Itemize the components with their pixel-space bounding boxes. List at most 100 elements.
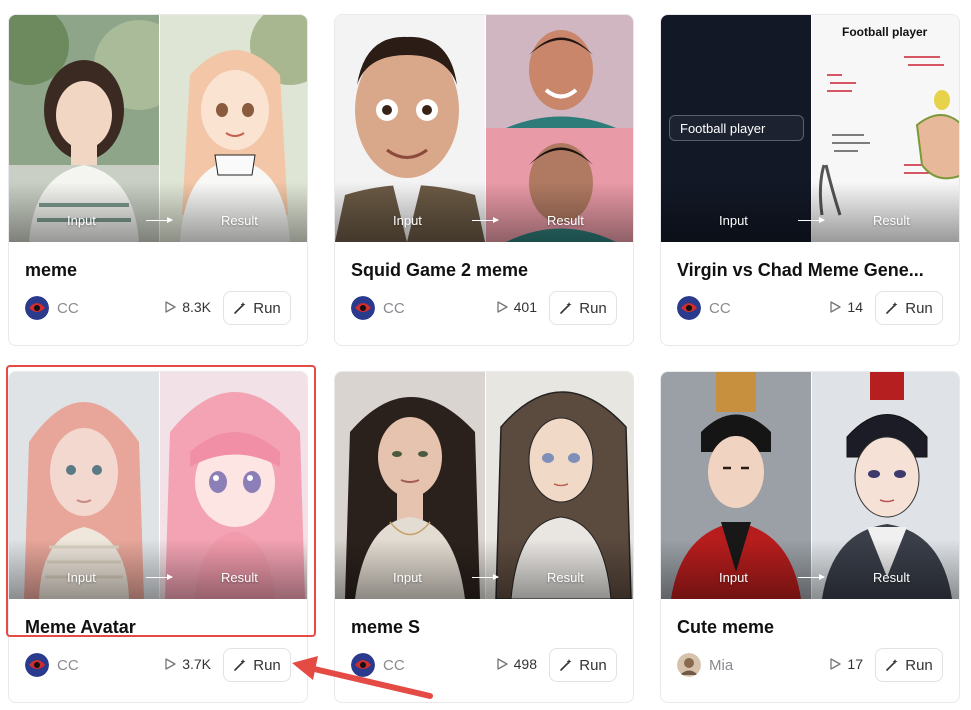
card-title[interactable]: Cute meme (677, 617, 945, 638)
card-meta: CC 498 Run (351, 648, 617, 682)
author-name[interactable]: CC (383, 657, 405, 674)
play-icon (165, 301, 176, 313)
author-avatar[interactable] (351, 653, 375, 677)
run-button-label: Run (253, 656, 281, 674)
card-title[interactable]: meme (25, 260, 293, 281)
input-image (661, 372, 811, 599)
card-thumbnail[interactable]: Input Result (335, 15, 633, 242)
input-image (9, 372, 159, 599)
play-icon (496, 301, 508, 313)
card-thumbnail[interactable]: Input Result (9, 372, 307, 599)
play-count-value: 14 (847, 299, 863, 315)
author-name[interactable]: CC (383, 300, 405, 317)
input-label: Input (393, 213, 422, 228)
result-label: Result (547, 213, 584, 228)
play-count-value: 401 (513, 299, 537, 315)
run-button[interactable]: Run (223, 291, 291, 325)
card-title[interactable]: Squid Game 2 meme (351, 260, 619, 281)
run-button-label: Run (579, 656, 607, 674)
card-meta: CC 401 Run (351, 291, 617, 325)
magic-wand-icon (560, 659, 572, 671)
play-count-value: 498 (513, 656, 537, 672)
result-image (811, 372, 959, 599)
run-button-label: Run (253, 299, 281, 317)
magic-wand-icon (886, 659, 898, 671)
input-image (335, 372, 485, 599)
play-count-value: 8.3K (182, 299, 211, 315)
run-button[interactable]: Run (549, 291, 617, 325)
card-title[interactable]: meme S (351, 617, 619, 638)
play-count: 8.3K (165, 299, 211, 315)
author-name[interactable]: CC (709, 300, 731, 317)
magic-wand-icon (234, 302, 246, 314)
run-button[interactable]: Run (549, 648, 617, 682)
author-avatar[interactable] (677, 653, 701, 677)
template-card-meme-avatar[interactable]: Input Result Meme Avatar CC 3.7K Run (8, 371, 308, 703)
card-thumbnail[interactable]: Input Result (9, 15, 307, 242)
arrow-right-icon (146, 217, 173, 222)
result-image (159, 15, 307, 242)
input-image: Football player (661, 15, 811, 242)
result-image (485, 372, 633, 599)
play-icon (496, 658, 508, 670)
play-icon (165, 658, 176, 670)
magic-wand-icon (886, 302, 898, 314)
card-title[interactable]: Virgin vs Chad Meme Gene... (677, 260, 945, 281)
play-count: 17 (830, 656, 863, 672)
author-name[interactable]: CC (57, 300, 79, 317)
card-meta: Mia 17 Run (677, 648, 943, 682)
author-name[interactable]: CC (57, 657, 79, 674)
play-count: 498 (496, 656, 537, 672)
author-avatar[interactable] (677, 296, 701, 320)
run-button-label: Run (905, 299, 933, 317)
arrow-right-icon (798, 217, 825, 222)
card-thumbnail[interactable]: Input Result (661, 372, 959, 599)
play-icon (830, 301, 842, 313)
arrow-right-icon (798, 574, 825, 579)
play-count: 401 (496, 299, 537, 315)
result-label: Result (221, 213, 258, 228)
play-count-value: 3.7K (182, 656, 211, 672)
result-image: Football player (811, 15, 959, 242)
template-card-cute-meme[interactable]: Input Result Cute meme Mia 17 Run (660, 371, 960, 703)
card-thumbnail[interactable]: Football player Football player Input Re… (661, 15, 959, 242)
card-meta: CC 8.3K Run (25, 291, 291, 325)
result-image (485, 15, 633, 242)
template-card-meme-s[interactable]: Input Result meme S CC 498 Run (334, 371, 634, 703)
input-image (9, 15, 159, 242)
run-button-label: Run (579, 299, 607, 317)
result-label: Result (873, 570, 910, 585)
author-avatar[interactable] (25, 653, 49, 677)
run-button-label: Run (905, 656, 933, 674)
input-text-tag: Football player (669, 115, 804, 141)
card-meta: CC 3.7K Run (25, 648, 291, 682)
play-count-value: 17 (847, 656, 863, 672)
input-label: Input (719, 213, 748, 228)
magic-wand-icon (234, 659, 246, 671)
author-avatar[interactable] (351, 296, 375, 320)
input-label: Input (719, 570, 748, 585)
template-card-squid-game-2-meme[interactable]: Input Result Squid Game 2 meme CC 401 Ru… (334, 14, 634, 346)
result-label: Result (873, 213, 910, 228)
run-button[interactable]: Run (875, 648, 943, 682)
run-button[interactable]: Run (223, 648, 291, 682)
input-label: Input (67, 570, 96, 585)
author-name[interactable]: Mia (709, 657, 733, 674)
arrow-right-icon (472, 574, 499, 579)
result-label: Result (547, 570, 584, 585)
result-label: Result (221, 570, 258, 585)
magic-wand-icon (560, 302, 572, 314)
result-image (159, 372, 307, 599)
template-grid: Input Result meme CC 8.3K Run Input Resu… (0, 0, 971, 710)
template-card-meme[interactable]: Input Result meme CC 8.3K Run (8, 14, 308, 346)
arrow-right-icon (146, 574, 173, 579)
run-button[interactable]: Run (875, 291, 943, 325)
author-avatar[interactable] (25, 296, 49, 320)
input-label: Input (393, 570, 422, 585)
input-image (335, 15, 485, 242)
input-label: Input (67, 213, 96, 228)
play-icon (830, 658, 842, 670)
card-title[interactable]: Meme Avatar (25, 617, 293, 638)
template-card-virgin-vs-chad[interactable]: Football player Football player Input Re… (660, 14, 960, 346)
card-thumbnail[interactable]: Input Result (335, 372, 633, 599)
